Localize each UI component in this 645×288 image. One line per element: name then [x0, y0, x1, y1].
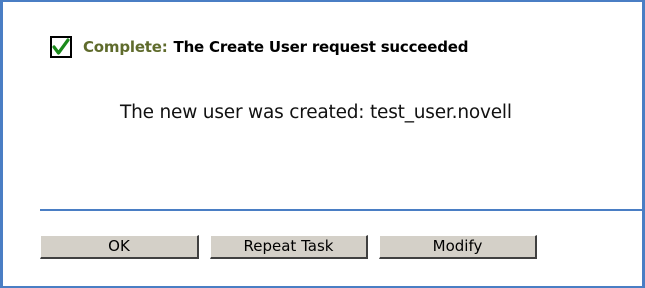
- status-text: The Create User request succeeded: [173, 38, 469, 56]
- status-header: Complete: The Create User request succee…: [50, 33, 468, 61]
- checkmark-icon: [50, 36, 72, 58]
- result-message: The new user was created: test_user.nove…: [120, 102, 512, 123]
- result-panel: Complete: The Create User request succee…: [0, 0, 645, 288]
- status-prefix: Complete:: [83, 38, 168, 56]
- ok-button[interactable]: OK: [40, 235, 199, 259]
- modify-button[interactable]: Modify: [379, 235, 537, 259]
- divider: [40, 209, 645, 211]
- repeat-task-button[interactable]: Repeat Task: [210, 235, 368, 259]
